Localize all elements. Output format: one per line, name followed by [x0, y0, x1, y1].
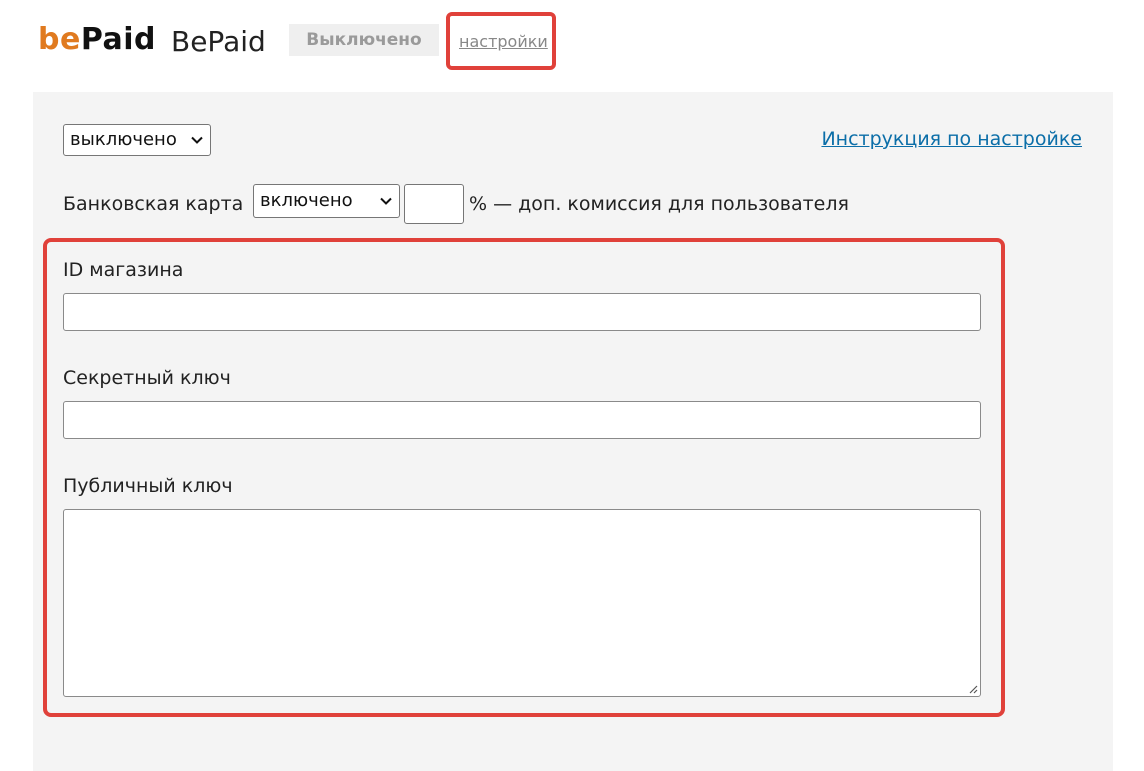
logo-paid: Paid [80, 22, 157, 57]
bank-card-select[interactable]: включено [253, 184, 400, 218]
commission-suffix: % — доп. комиссия для пользователя [469, 193, 849, 215]
header: bePaid BePaid Выключено настройки [0, 0, 1144, 92]
secret-key-label: Секретный ключ [63, 367, 231, 389]
mode-select-value: выключено [70, 129, 177, 150]
bepaid-logo: bePaid [38, 22, 156, 58]
highlight-settings [446, 12, 556, 70]
secret-key-input[interactable] [63, 401, 981, 439]
shop-id-input[interactable] [63, 293, 981, 331]
mode-select[interactable]: выключено [63, 124, 211, 156]
bank-card-label: Банковская карта [63, 193, 244, 215]
settings-panel: выключено Инструкция по настройке Банков… [33, 92, 1113, 771]
public-key-textarea[interactable] [63, 509, 981, 697]
commission-input[interactable] [404, 184, 464, 224]
resize-handle-icon[interactable] [966, 682, 978, 694]
app-name: BePaid [171, 25, 266, 58]
bank-card-select-value: включено [260, 190, 353, 211]
logo-be: be [38, 22, 81, 57]
chevron-down-icon [191, 136, 203, 144]
public-key-label: Публичный ключ [63, 475, 233, 497]
bank-card-row: Банковская карта включено % — доп. комис… [63, 184, 963, 224]
chevron-down-icon [380, 197, 392, 205]
instructions-link[interactable]: Инструкция по настройке [821, 126, 1082, 152]
status-badge: Выключено [289, 24, 439, 56]
shop-id-label: ID магазина [63, 259, 184, 281]
